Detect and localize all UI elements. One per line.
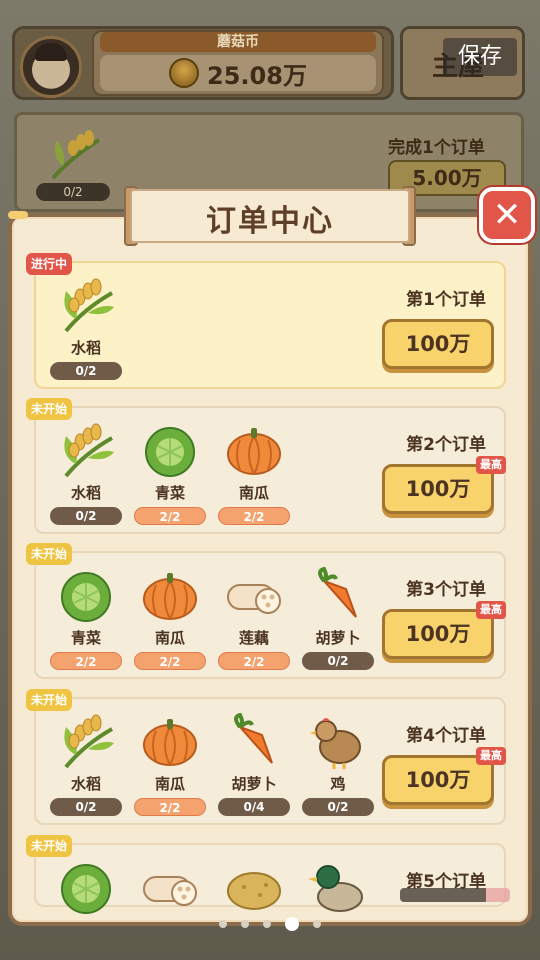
- order-item-name: 南瓜: [238, 484, 269, 502]
- order-card: 未开始 青菜 2/2 南瓜 2/2 莲藕 2/2 胡萝卜 0/2 第3个订单 100万 最高: [26, 543, 506, 679]
- order-status-badge: 未开始: [26, 835, 73, 857]
- order-status-badge: 未开始: [26, 398, 73, 420]
- order-status-badge: 进行中: [26, 253, 73, 275]
- order-item: 鸡 0/2: [298, 713, 378, 816]
- order-item-name: 水稻: [70, 339, 101, 357]
- order-card: 未开始 水稻 0/2 南瓜 2/2 胡萝卜 0/4 鸡 0/2 第4个订单 100万 最高: [26, 689, 506, 825]
- order-item: [214, 859, 294, 915]
- rice-icon: [54, 422, 118, 478]
- carrot-icon: [306, 566, 370, 623]
- order-item-name: 青菜: [70, 629, 101, 647]
- order-status-badge: 未开始: [26, 543, 73, 565]
- rice-icon: [54, 713, 118, 769]
- order-title: 第2个订单: [406, 435, 486, 455]
- best-reward-badge: 最高: [476, 747, 506, 765]
- potato-icon: [222, 859, 286, 915]
- order-item-name: 莲藕: [238, 629, 269, 647]
- chicken-icon: [306, 713, 370, 769]
- order-item-name: 胡萝卜: [315, 629, 361, 647]
- pumpkin-icon: [138, 567, 202, 623]
- order-item-progress: 0/2: [50, 507, 122, 525]
- carrot-icon: [222, 712, 286, 769]
- order-item-name: 胡萝卜: [231, 775, 277, 793]
- page-dot[interactable]: [241, 920, 249, 928]
- cabbage-icon: [54, 567, 118, 623]
- best-reward-badge: 最高: [476, 601, 506, 619]
- order-item: 莲藕 2/2: [214, 567, 294, 670]
- order-item-progress: 2/2: [134, 652, 206, 670]
- order-item-progress: 0/2: [50, 362, 122, 380]
- order-item-name: 水稻: [70, 484, 101, 502]
- order-item-name: 南瓜: [154, 775, 185, 793]
- order-card: 进行中水稻 0/2 第1个订单 100万: [26, 253, 506, 389]
- order-item-progress: 0/4: [218, 798, 290, 816]
- order-item: 水稻 0/2: [46, 277, 126, 380]
- order-card: 未开始 水稻 0/2 青菜 2/2 南瓜 2/2 第2个订单 100万 最高: [26, 398, 506, 534]
- order-item-progress: 2/2: [218, 507, 290, 525]
- order-title: 第4个订单: [406, 726, 486, 746]
- pumpkin-icon: [222, 422, 286, 478]
- order-item: 南瓜 2/2: [214, 422, 294, 525]
- order-item-progress: 2/2: [218, 652, 290, 670]
- order-item-name: 水稻: [70, 775, 101, 793]
- order-item: [130, 859, 210, 915]
- order-item: 南瓜 2/2: [130, 567, 210, 670]
- page-dot-active[interactable]: [285, 917, 299, 931]
- order-item-progress: 2/2: [134, 507, 206, 525]
- order-item-name: 南瓜: [154, 629, 185, 647]
- order-item-name: 青菜: [154, 484, 185, 502]
- order-item: 南瓜 2/2: [130, 713, 210, 816]
- order-item: [46, 859, 126, 915]
- order-item: 胡萝卜 0/4: [214, 712, 294, 816]
- order-item: [298, 859, 378, 915]
- pumpkin-icon: [138, 713, 202, 769]
- order-item-progress: 2/2: [134, 798, 206, 816]
- overlay-watermark: [400, 888, 510, 902]
- page-indicator: [0, 917, 540, 931]
- order-item-progress: 2/2: [50, 652, 122, 670]
- page-dot[interactable]: [263, 920, 271, 928]
- order-item-progress: 0/2: [50, 798, 122, 816]
- rice-icon: [54, 277, 118, 333]
- order-item: 水稻 0/2: [46, 713, 126, 816]
- lotus-root-icon: [222, 567, 286, 623]
- best-reward-badge: 最高: [476, 456, 506, 474]
- order-item-progress: 0/2: [302, 652, 374, 670]
- order-item: 青菜 2/2: [130, 422, 210, 525]
- duck-icon: [306, 859, 370, 915]
- cabbage-icon: [54, 859, 118, 915]
- page-dot[interactable]: [219, 920, 227, 928]
- lotus-root-icon: [138, 859, 202, 915]
- order-item-progress: 0/2: [302, 798, 374, 816]
- order-item: 青菜 2/2: [46, 567, 126, 670]
- order-item-name: 鸡: [330, 775, 346, 793]
- order-title: 第1个订单: [406, 290, 486, 310]
- order-reward-button[interactable]: 100万: [382, 319, 494, 369]
- order-status-badge: 未开始: [26, 689, 73, 711]
- order-title: 第3个订单: [406, 580, 486, 600]
- order-item: 胡萝卜 0/2: [298, 566, 378, 670]
- order-item: 水稻 0/2: [46, 422, 126, 525]
- page-dot[interactable]: [313, 920, 321, 928]
- cabbage-icon: [138, 422, 202, 478]
